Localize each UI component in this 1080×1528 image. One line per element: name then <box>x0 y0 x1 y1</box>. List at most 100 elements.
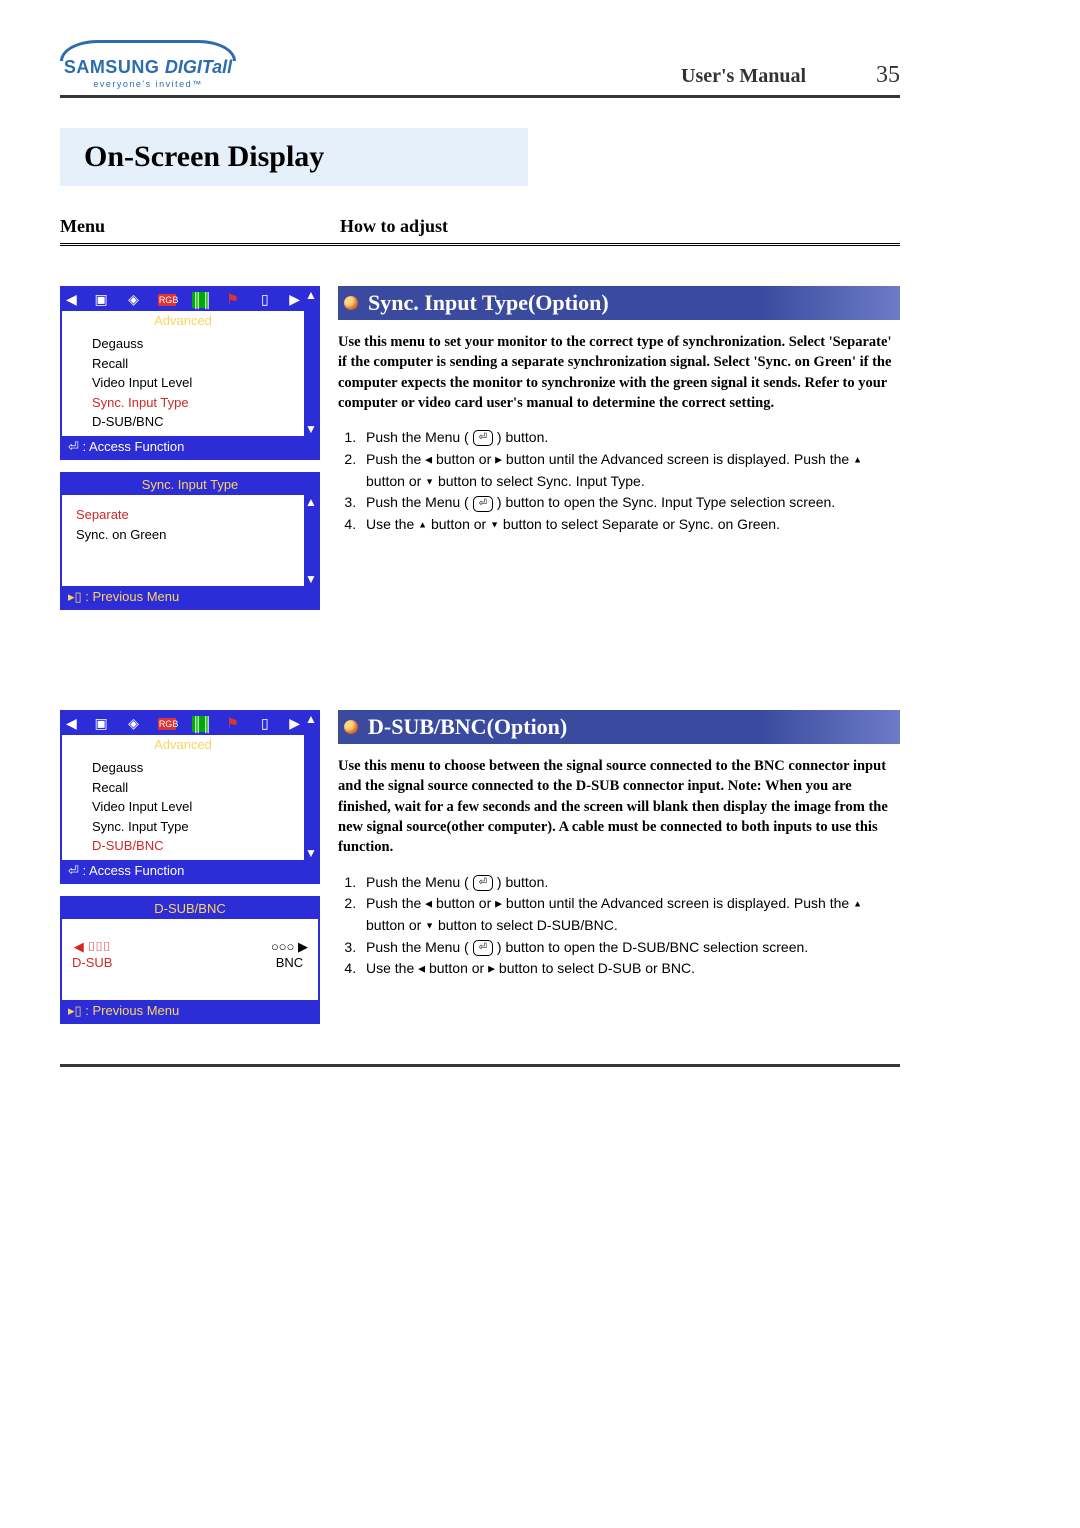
screen-icon: ║║ <box>192 292 208 308</box>
step: Push the Menu ( ⏎ ) button to open the S… <box>360 492 900 514</box>
dsub-option: ◀ ⌷⌷⌷ D-SUB <box>72 939 112 970</box>
osd-menu-items-2: Degauss Recall Video Input Level Sync. I… <box>62 754 304 860</box>
size-icon: ◈ <box>125 715 141 732</box>
right-triangle-icon: ○○○ ▶ <box>271 939 308 955</box>
osd-main-1: ◀ ▣ ◈ RGB ║║ ⚑ ▯ ▶ Advanced Degauss Reca… <box>60 286 320 460</box>
enter-icon: ⏎ <box>473 430 493 446</box>
step: Push the ◀ button or ▶ button until the … <box>360 449 900 492</box>
footer-rule <box>60 1064 900 1067</box>
dsub-label: D-SUB <box>72 955 112 970</box>
section-sync-input: ◀ ▣ ◈ RGB ║║ ⚑ ▯ ▶ Advanced Degauss Reca… <box>60 286 900 610</box>
osd-prev-hint: ▸▯ : Previous Menu <box>62 1000 318 1022</box>
section2-title: D-SUB/BNC(Option) <box>368 714 567 739</box>
page-header: SAMSUNG DIGITall everyone's invited™ Use… <box>60 40 900 89</box>
page-title: On-Screen Display <box>84 140 504 174</box>
left-triangle-icon: ◀ <box>425 899 432 909</box>
osd-prev-hint: ▸▯ : Previous Menu <box>62 586 318 608</box>
osd-item: Recall <box>92 778 294 798</box>
osd-item-selected: Sync. Input Type <box>92 393 294 413</box>
bullet-icon <box>344 296 358 310</box>
info-icon: ▯ <box>257 715 273 732</box>
advanced-icon: ⚑ <box>225 715 241 732</box>
osd-access-hint: ⏎ : Access Function <box>62 436 318 458</box>
osd-panel-1: ◀ ▣ ◈ RGB ║║ ⚑ ▯ ▶ Advanced Degauss Reca… <box>60 286 320 610</box>
section1-header: Sync. Input Type(Option) <box>338 286 900 320</box>
osd-item: Sync. Input Type <box>92 817 294 837</box>
section1-steps: Push the Menu ( ⏎ ) button. Push the ◀ b… <box>338 427 900 535</box>
position-icon: ▣ <box>93 715 109 732</box>
advanced-icon: ⚑ <box>225 291 241 308</box>
section-dsub-bnc: ◀ ▣ ◈ RGB ║║ ⚑ ▯ ▶ Advanced Degauss Reca… <box>60 710 900 1024</box>
osd-access-hint: ⏎ : Access Function <box>62 860 318 882</box>
osd-item: Recall <box>92 354 294 374</box>
section1-title: Sync. Input Type(Option) <box>368 290 609 315</box>
column-header-how: How to adjust <box>340 216 448 237</box>
down-triangle-icon: ▼ <box>425 476 434 486</box>
osd-item: Video Input Level <box>92 373 294 393</box>
section2-steps: Push the Menu ( ⏎ ) button. Push the ◀ b… <box>338 872 900 980</box>
osd-item: D-SUB/BNC <box>92 412 294 432</box>
samsung-logo: SAMSUNG DIGITall everyone's invited™ <box>60 40 236 89</box>
osd-sub-title: D-SUB/BNC <box>62 898 318 919</box>
osd-iconbar: ◀ ▣ ◈ RGB ║║ ⚑ ▯ ▶ <box>62 712 304 735</box>
manual-title: User's Manual <box>681 65 806 88</box>
left-triangle-icon: ◀ <box>418 964 425 974</box>
screen-icon: ║║ <box>192 716 208 732</box>
column-header-menu: Menu <box>60 216 340 237</box>
osd-item: Video Input Level <box>92 797 294 817</box>
step: Push the ◀ button or ▶ button until the … <box>360 893 900 936</box>
osd-sub-item-selected: Separate <box>76 505 294 526</box>
osd-item: Degauss <box>92 334 294 354</box>
bnc-option: ○○○ ▶ BNC <box>271 939 308 970</box>
osd-item-selected: D-SUB/BNC <box>92 836 294 856</box>
enter-icon: ⏎ <box>473 940 493 956</box>
header-rule <box>60 95 900 98</box>
up-triangle-icon: ▲ <box>418 519 427 529</box>
osd-scrollbar: ▲▼ <box>304 288 318 436</box>
osd-sub-title: Sync. Input Type <box>62 474 318 495</box>
info-icon: ▯ <box>257 291 273 308</box>
osd-item: Degauss <box>92 758 294 778</box>
osd-sub-item: Sync. on Green <box>76 525 294 546</box>
right-triangle-icon: ▶ <box>495 454 502 464</box>
enter-icon: ⏎ <box>473 496 493 512</box>
step: Push the Menu ( ⏎ ) button to open the D… <box>360 937 900 959</box>
page-title-bar: On-Screen Display <box>60 128 528 186</box>
section2-content: D-SUB/BNC(Option) Use this menu to choos… <box>338 710 900 980</box>
osd-sub-1: Sync. Input Type Separate Sync. on Green… <box>60 472 320 611</box>
osd-iconbar: ◀ ▣ ◈ RGB ║║ ⚑ ▯ ▶ <box>62 288 304 311</box>
osd-panel-2: ◀ ▣ ◈ RGB ║║ ⚑ ▯ ▶ Advanced Degauss Reca… <box>60 710 320 1024</box>
enter-icon: ⏎ <box>473 875 493 891</box>
size-icon: ◈ <box>125 291 141 308</box>
rgb-icon: RGB <box>158 718 176 730</box>
logo-tagline: everyone's invited™ <box>93 79 202 89</box>
osd-sub-2: D-SUB/BNC ◀ ⌷⌷⌷ D-SUB ○○○ ▶ BNC ▸▯ : Pre… <box>60 896 320 1024</box>
step: Use the ▲ button or ▼ button to select S… <box>360 514 900 536</box>
left-triangle-icon: ◀ ⌷⌷⌷ <box>72 939 112 955</box>
down-triangle-icon: ▼ <box>490 519 499 529</box>
bnc-label: BNC <box>271 955 308 970</box>
right-triangle-icon: ▶ <box>488 964 495 974</box>
position-icon: ▣ <box>93 291 109 308</box>
nav-right-icon: ▶ <box>289 291 300 308</box>
osd-tab-label: Advanced <box>62 311 304 330</box>
osd-scrollbar: ▲▼ <box>304 495 318 587</box>
bullet-icon <box>344 720 358 734</box>
section1-description: Use this menu to set your monitor to the… <box>338 332 900 413</box>
nav-left-icon: ◀ <box>66 291 77 308</box>
column-headers: Menu How to adjust <box>60 216 900 237</box>
osd-tab-label: Advanced <box>62 735 304 754</box>
section2-header: D-SUB/BNC(Option) <box>338 710 900 744</box>
nav-right-icon: ▶ <box>289 715 300 732</box>
section2-description: Use this menu to choose between the sign… <box>338 756 900 857</box>
osd-main-2: ◀ ▣ ◈ RGB ║║ ⚑ ▯ ▶ Advanced Degauss Reca… <box>60 710 320 884</box>
nav-left-icon: ◀ <box>66 715 77 732</box>
up-triangle-icon: ▲ <box>853 899 862 909</box>
section1-content: Sync. Input Type(Option) Use this menu t… <box>338 286 900 536</box>
right-triangle-icon: ▶ <box>495 899 502 909</box>
up-triangle-icon: ▲ <box>853 454 862 464</box>
step: Push the Menu ( ⏎ ) button. <box>360 427 900 449</box>
step: Push the Menu ( ⏎ ) button. <box>360 872 900 894</box>
double-rule <box>60 243 900 246</box>
osd-menu-items-1: Degauss Recall Video Input Level Sync. I… <box>62 330 304 436</box>
